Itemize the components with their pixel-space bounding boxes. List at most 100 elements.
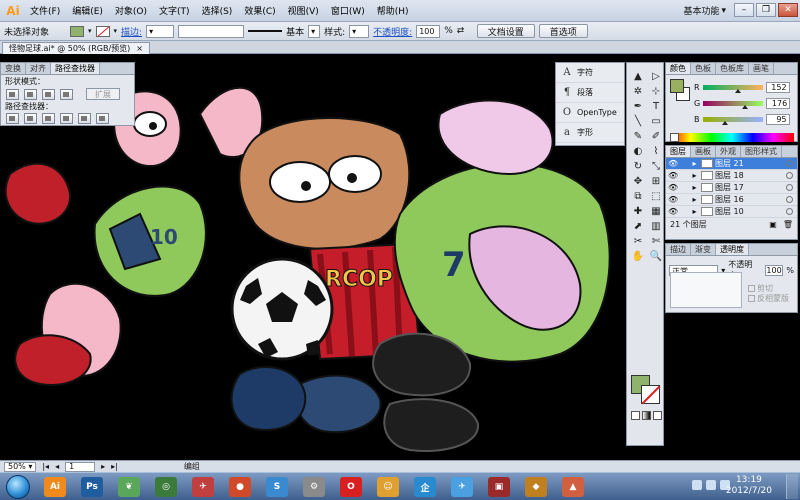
mask-thumbnail[interactable] bbox=[670, 272, 742, 308]
panel-tab[interactable]: 描边 bbox=[666, 244, 691, 255]
channel-value-input[interactable]: 95 bbox=[765, 113, 790, 125]
tool-icon[interactable]: ⌇ bbox=[648, 144, 664, 158]
opacity-label[interactable]: 不透明度: bbox=[373, 25, 412, 38]
channel-value-input[interactable]: 176 bbox=[766, 97, 791, 109]
volume-icon[interactable] bbox=[706, 480, 716, 490]
minimize-button[interactable]: – bbox=[734, 3, 754, 17]
taskbar-app-icon[interactable]: ❦ bbox=[118, 477, 140, 497]
clip-checkbox[interactable]: 剪切 bbox=[748, 284, 789, 294]
channel-slider[interactable] bbox=[703, 100, 764, 109]
close-icon[interactable]: × bbox=[136, 44, 143, 53]
none-mode-button[interactable] bbox=[653, 411, 662, 420]
target-icon[interactable] bbox=[786, 184, 793, 191]
tool-icon[interactable]: 🔍 bbox=[648, 249, 664, 263]
chevron-down-icon[interactable]: ▾ bbox=[88, 27, 92, 35]
eye-icon[interactable]: 👁 bbox=[668, 183, 678, 192]
clock[interactable]: 13:19 2012/7/20 bbox=[726, 475, 772, 497]
menu-item[interactable]: 选择(S) bbox=[196, 4, 239, 17]
tool-icon[interactable]: ✒ bbox=[630, 99, 646, 113]
crop-icon[interactable] bbox=[60, 113, 73, 124]
slider-thumb[interactable] bbox=[735, 88, 742, 93]
panel-tab[interactable]: 色板 bbox=[691, 63, 716, 74]
type-panel-item[interactable]: a 字形 bbox=[556, 123, 624, 143]
first-artboard-icon[interactable]: |◂ bbox=[42, 462, 49, 471]
expand-arrow-icon[interactable]: ▸ bbox=[690, 171, 699, 180]
chevron-down-icon[interactable]: ▾ bbox=[114, 27, 118, 35]
next-artboard-icon[interactable]: ▸ bbox=[101, 462, 105, 471]
menu-item[interactable]: 编辑(E) bbox=[66, 4, 109, 17]
variable-width-select[interactable] bbox=[178, 24, 245, 38]
tool-icon[interactable]: ✐ bbox=[648, 129, 664, 143]
stroke-label[interactable]: 描边: bbox=[121, 25, 142, 38]
tool-icon[interactable]: ✂ bbox=[630, 234, 646, 248]
channel-slider[interactable] bbox=[702, 116, 763, 125]
brush-select[interactable]: ▾ bbox=[308, 24, 321, 38]
menu-item[interactable]: 视图(V) bbox=[282, 4, 325, 17]
slider-thumb[interactable] bbox=[721, 120, 728, 125]
expand-arrow-icon[interactable]: ▸ bbox=[690, 195, 699, 204]
taskbar-app-icon[interactable]: ◎ bbox=[155, 477, 177, 497]
layer-row[interactable]: 👁 ▸ 图层 18 bbox=[666, 170, 797, 182]
tool-icon[interactable]: ╲ bbox=[630, 114, 646, 128]
expand-arrow-icon[interactable]: ▸ bbox=[690, 159, 699, 168]
panel-tab[interactable]: 画板 bbox=[691, 146, 716, 157]
tool-icon[interactable]: ⊞ bbox=[648, 174, 664, 188]
opacity-input[interactable]: 100 bbox=[416, 24, 441, 38]
fill-swatch[interactable] bbox=[70, 25, 84, 37]
tool-icon[interactable]: ▭ bbox=[648, 114, 664, 128]
expand-button[interactable]: 扩展 bbox=[86, 88, 120, 100]
panel-tab[interactable]: 图形样式 bbox=[741, 146, 782, 157]
target-icon[interactable] bbox=[786, 160, 793, 167]
tool-icon[interactable]: ↻ bbox=[630, 159, 646, 173]
panel-tab[interactable]: 外观 bbox=[716, 146, 741, 157]
trim-icon[interactable] bbox=[24, 113, 37, 124]
panel-tab[interactable]: 对齐 bbox=[26, 63, 51, 74]
channel-slider[interactable] bbox=[702, 84, 763, 93]
panel-tab[interactable]: 路径查找器 bbox=[51, 63, 100, 74]
zoom-select[interactable]: 50% ▾ bbox=[4, 461, 37, 472]
stroke-box[interactable] bbox=[641, 385, 660, 404]
eye-icon[interactable]: 👁 bbox=[668, 207, 678, 216]
exclude-icon[interactable] bbox=[60, 88, 73, 100]
taskbar-app-icon[interactable]: ◆ bbox=[525, 477, 547, 497]
taskbar-app-icon[interactable]: 企 bbox=[414, 477, 436, 497]
close-button[interactable]: ✕ bbox=[778, 3, 798, 17]
taskbar-app-icon[interactable]: ● bbox=[229, 477, 251, 497]
panel-tab[interactable]: 图层 bbox=[666, 146, 691, 157]
tool-icon[interactable]: ✄ bbox=[648, 234, 664, 248]
show-desktop-button[interactable] bbox=[786, 474, 798, 499]
taskbar-app-icon[interactable]: Ps bbox=[81, 477, 103, 497]
menu-item[interactable]: 帮助(H) bbox=[371, 4, 415, 17]
expand-arrow-icon[interactable]: ▸ bbox=[690, 207, 699, 216]
style-select[interactable]: ▾ bbox=[349, 24, 370, 38]
restore-button[interactable]: ❐ bbox=[756, 3, 776, 17]
eye-icon[interactable]: 👁 bbox=[668, 159, 678, 168]
options-icon[interactable]: ⇄ bbox=[457, 26, 473, 36]
invert-mask-checkbox[interactable]: 反相蒙版 bbox=[748, 294, 789, 304]
layer-row[interactable]: 👁 ▸ 图层 21 bbox=[666, 158, 797, 170]
tool-icon[interactable]: ▲ bbox=[630, 69, 646, 83]
merge-icon[interactable] bbox=[42, 113, 55, 124]
type-panel-item[interactable]: ¶ 段落 bbox=[556, 83, 624, 103]
stroke-swatch[interactable] bbox=[95, 25, 110, 37]
type-panel-item[interactable]: O OpenType bbox=[556, 103, 624, 123]
menu-item[interactable]: 窗口(W) bbox=[325, 4, 371, 17]
tool-icon[interactable]: ◐ bbox=[630, 144, 646, 158]
color-spectrum[interactable] bbox=[670, 133, 794, 142]
taskbar-app-icon[interactable]: ☺ bbox=[377, 477, 399, 497]
last-artboard-icon[interactable]: ▸| bbox=[111, 462, 118, 471]
taskbar-app-icon[interactable]: O bbox=[340, 477, 362, 497]
menu-item[interactable]: 文字(T) bbox=[153, 4, 196, 17]
color-fill-swatch[interactable] bbox=[670, 79, 684, 93]
illustrator-logo-icon[interactable]: Ai bbox=[2, 1, 24, 21]
taskbar-app-icon[interactable]: ▲ bbox=[562, 477, 584, 497]
tool-icon[interactable]: ⧉ bbox=[630, 189, 646, 203]
start-button[interactable] bbox=[6, 475, 30, 499]
taskbar-app-icon[interactable]: ✈ bbox=[192, 477, 214, 497]
taskbar-app-icon[interactable]: S bbox=[266, 477, 288, 497]
transparency-opacity-input[interactable]: 100 bbox=[765, 264, 784, 276]
tool-icon[interactable]: ⤡ bbox=[648, 159, 664, 173]
expand-arrow-icon[interactable]: ▸ bbox=[690, 183, 699, 192]
artboard-select[interactable]: 1 bbox=[65, 461, 96, 472]
layer-row[interactable]: 👁 ▸ 图层 16 bbox=[666, 194, 797, 206]
